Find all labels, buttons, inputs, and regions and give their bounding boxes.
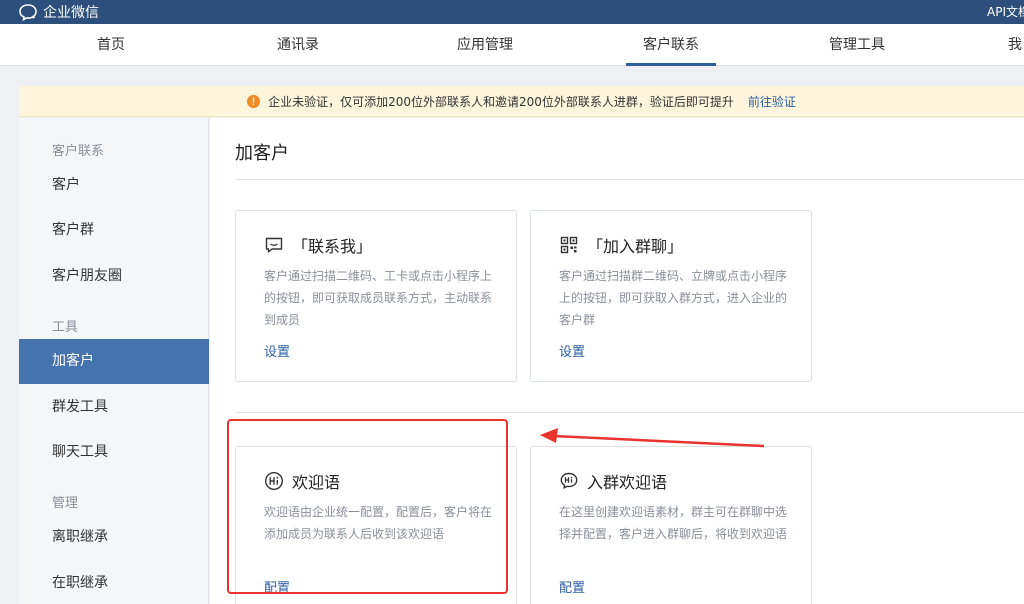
nav-tab-management-tools[interactable]: 管理工具 [812, 24, 902, 66]
sidebar-item-onjob-inherit[interactable]: 在职继承 [19, 561, 209, 604]
nav-tab-apps[interactable]: 应用管理 [440, 24, 530, 66]
sidebar: 客户联系 客户 客户群 客户朋友圈 工具 加客户 群发工具 聊天工具 管理 离职… [19, 118, 209, 604]
page-title: 加客户 [235, 143, 289, 164]
nav-tab-me[interactable]: 我 [1008, 24, 1024, 66]
wecom-logo-icon [19, 4, 37, 21]
sidebar-item-add-customer[interactable]: 加客户 [19, 339, 209, 384]
sidebar-item-chat-tools[interactable]: 聊天工具 [19, 430, 209, 475]
sidebar-group-manage: 管理 [52, 496, 79, 511]
verify-link[interactable]: 前往验证 [748, 93, 796, 110]
contact-me-settings-link[interactable]: 设置 [264, 341, 290, 360]
title-divider [235, 179, 1024, 180]
card-description: 客户通过扫描二维码、工卡或点击小程序上的按钮，即可获取成员联系方式，主动联系到成… [264, 269, 493, 327]
card-contact-me: 「联系我」 客户通过扫描二维码、工卡或点击小程序上的按钮，即可获取成员联系方式，… [235, 210, 517, 382]
nav-tab-contacts[interactable]: 通讯录 [258, 24, 338, 66]
card-title: 「加入群聊」 [587, 237, 684, 256]
sidebar-group-contacts: 客户联系 [52, 144, 105, 159]
sidebar-item-customer-groups[interactable]: 客户群 [19, 208, 209, 253]
card-title: 入群欢迎语 [587, 473, 668, 492]
brand-logo[interactable]: 企业微信 [18, 1, 99, 23]
main-nav: 首页 通讯录 应用管理 客户联系 管理工具 我 [0, 24, 1024, 66]
annotation-arrow-icon [540, 428, 765, 448]
card-description: 在这里创建欢迎语素材，群主可在群聊中选择并配置，客户进入群聊后，将收到欢迎语 [559, 505, 788, 541]
card-title: 「联系我」 [292, 237, 373, 256]
annotation-highlight-box [227, 419, 508, 594]
section-divider [235, 412, 1024, 413]
qr-code-icon [560, 236, 578, 254]
nav-tab-home[interactable]: 首页 [71, 24, 151, 66]
sidebar-item-mass-send[interactable]: 群发工具 [19, 385, 209, 430]
sidebar-group-tools: 工具 [52, 320, 79, 335]
warning-icon [247, 94, 261, 108]
card-join-group: 「加入群聊」 客户通过扫描群二维码、立牌或点击小程序上的按钮，即可获取入群方式，… [530, 210, 812, 382]
card-description: 客户通过扫描群二维码、立牌或点击小程序上的按钮，即可获取入群方式，进入企业的客户… [559, 269, 788, 327]
sidebar-item-resign-inherit[interactable]: 离职继承 [19, 515, 209, 560]
join-group-settings-link[interactable]: 设置 [559, 341, 585, 360]
nav-tab-customer-contact[interactable]: 客户联系 [626, 24, 716, 66]
group-welcome-config-link[interactable]: 配置 [559, 577, 585, 596]
card-group-welcome: 入群欢迎语 在这里创建欢迎语素材，群主可在群聊中选择并配置，客户进入群聊后，将收… [530, 446, 812, 604]
chat-bubble-icon [265, 237, 283, 253]
notice-text: 企业未验证，仅可添加200位外部联系人和邀请200位外部联系人进群，验证后即可提… [268, 94, 734, 109]
verification-notice: 企业未验证，仅可添加200位外部联系人和邀请200位外部联系人进群，验证后即可提… [19, 86, 1024, 117]
top-bar: 企业微信 API文档 [0, 0, 1024, 24]
sidebar-item-moments[interactable]: 客户朋友圈 [19, 254, 209, 299]
group-hi-icon [560, 472, 578, 489]
sidebar-item-customers[interactable]: 客户 [19, 163, 209, 208]
api-docs-link[interactable]: API文档 [987, 3, 1024, 20]
brand-name: 企业微信 [43, 5, 99, 21]
